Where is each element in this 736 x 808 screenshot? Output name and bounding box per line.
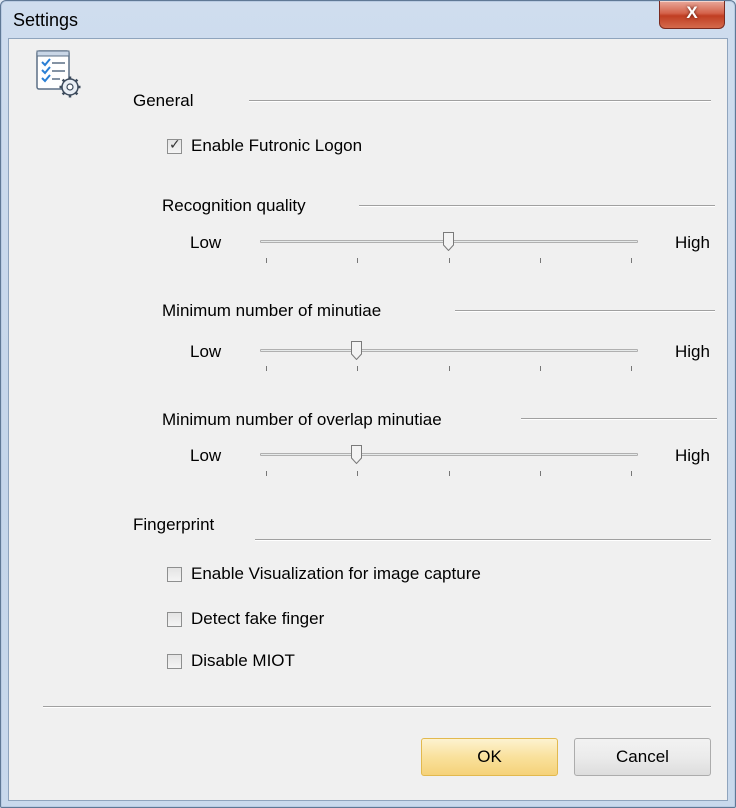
- min-overlap-minutiae-low-label: Low: [190, 446, 222, 465]
- min-minutiae-low-label: Low: [190, 342, 222, 361]
- recognition-quality-low-label: Low: [190, 233, 222, 252]
- close-icon: X: [686, 3, 698, 22]
- min-minutiae-tick: [540, 366, 541, 371]
- recognition-quality-tick: [631, 258, 632, 263]
- min-minutiae-tick: [631, 366, 632, 371]
- cancel-button[interactable]: Cancel: [574, 738, 711, 776]
- min-minutiae-track[interactable]: [260, 349, 638, 352]
- min-minutiae-tick: [449, 366, 450, 371]
- recognition-quality-tick: [449, 258, 450, 263]
- disable-miot-checkbox[interactable]: [167, 654, 182, 669]
- recognition-quality-divider: [359, 205, 715, 207]
- enable-visualization-label[interactable]: Enable Visualization for image capture: [191, 564, 481, 584]
- min-minutiae-label: Minimum number of minutiae: [162, 301, 382, 320]
- checklist-gear-icon: [36, 50, 81, 98]
- min-minutiae-high-label: High: [675, 342, 710, 361]
- recognition-quality-tick: [540, 258, 541, 263]
- fingerprint-divider: [255, 539, 711, 541]
- window-title: Settings: [13, 10, 79, 30]
- detect-fake-finger-checkbox[interactable]: [167, 612, 182, 627]
- min-minutiae-divider: [455, 310, 715, 312]
- fingerprint-group-label: Fingerprint: [133, 515, 215, 534]
- recognition-quality-tick: [266, 258, 267, 263]
- min-minutiae-tick: [266, 366, 267, 371]
- dialog-body: General Enable Futronic Logon Recognitio…: [8, 38, 728, 801]
- min-minutiae-thumb[interactable]: [351, 341, 362, 360]
- min-overlap-minutiae-tick: [449, 471, 450, 476]
- close-button[interactable]: X: [659, 1, 725, 29]
- min-overlap-minutiae-tick: [357, 471, 358, 476]
- detect-fake-finger-label[interactable]: Detect fake finger: [191, 609, 324, 629]
- min-overlap-minutiae-tick: [631, 471, 632, 476]
- general-group-label: General: [133, 91, 194, 110]
- min-overlap-minutiae-tick: [266, 471, 267, 476]
- min-overlap-minutiae-divider: [521, 418, 717, 420]
- min-overlap-minutiae-high-label: High: [675, 446, 710, 465]
- ok-button[interactable]: OK: [421, 738, 558, 776]
- enable-futronic-logon-checkbox[interactable]: [167, 137, 182, 154]
- recognition-quality-thumb[interactable]: [443, 232, 454, 251]
- general-divider: [249, 100, 711, 102]
- min-overlap-minutiae-track[interactable]: [260, 453, 638, 456]
- enable-visualization-checkbox[interactable]: [167, 567, 182, 582]
- disable-miot-label[interactable]: Disable MIOT: [191, 651, 295, 671]
- recognition-quality-label: Recognition quality: [162, 196, 306, 215]
- recognition-quality-tick: [357, 258, 358, 263]
- min-overlap-minutiae-tick: [540, 471, 541, 476]
- recognition-quality-high-label: High: [675, 233, 710, 252]
- button-area-divider: [43, 706, 711, 708]
- enable-futronic-logon-label[interactable]: Enable Futronic Logon: [191, 136, 362, 156]
- min-overlap-minutiae-thumb[interactable]: [351, 445, 362, 464]
- min-minutiae-tick: [357, 366, 358, 371]
- min-overlap-minutiae-label: Minimum number of overlap minutiae: [162, 410, 442, 429]
- title-bar[interactable]: Settings X: [1, 1, 735, 37]
- settings-window: Settings X General ✓ Enable Futronic Log…: [0, 0, 736, 808]
